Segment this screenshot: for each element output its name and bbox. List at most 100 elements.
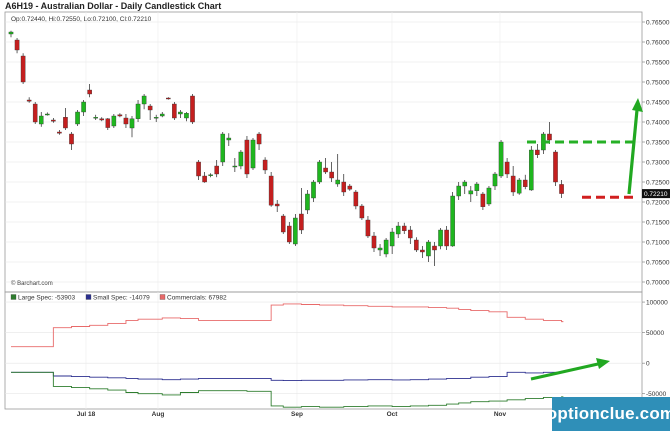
candle-body xyxy=(51,119,56,122)
candle-body xyxy=(190,95,195,123)
candle-body xyxy=(57,131,62,134)
candle-body xyxy=(232,165,238,168)
cot-legend: Large Spec: -53903 Small Spec: -14079 Comm… xyxy=(10,294,227,302)
candle-body xyxy=(45,113,50,116)
up-arrow-shaft xyxy=(627,109,639,195)
legend-label-small_spec: Small Spec: -14079 xyxy=(93,295,150,302)
price-tick-label: 0.72000 xyxy=(646,199,670,206)
cot-annotations xyxy=(530,358,610,381)
candle-body xyxy=(450,195,455,247)
candle-body xyxy=(293,217,298,245)
legend-label-commercials: Commercials: 67982 xyxy=(167,295,227,302)
x-tick-label: Jul 18 xyxy=(77,411,96,418)
cot-panel-frame xyxy=(4,291,643,410)
candle-body xyxy=(238,151,244,167)
candle-body xyxy=(178,111,183,115)
candle-body xyxy=(438,229,443,247)
chart-title: A6H19 - Australian Dollar - Daily Candle… xyxy=(5,1,221,11)
candle-body xyxy=(377,247,383,251)
price-tick-label: 0.75500 xyxy=(646,59,670,66)
candle-body xyxy=(504,161,510,175)
price-tick-label: 0.74000 xyxy=(646,119,670,126)
candle-body xyxy=(208,174,213,176)
candle-body xyxy=(395,225,401,235)
candle-body xyxy=(299,213,304,231)
candle-body xyxy=(87,89,92,95)
candle-body xyxy=(196,161,201,177)
price-tick-label: 0.70500 xyxy=(646,259,670,266)
candle-body xyxy=(117,114,123,117)
candle-body xyxy=(256,133,262,145)
candle-body xyxy=(529,149,534,191)
price-tick-label: 0.71000 xyxy=(646,239,670,246)
price-tick-label: 0.76000 xyxy=(646,39,670,46)
candle-body xyxy=(244,139,250,175)
cot-tick-label: 100000 xyxy=(646,299,668,306)
candle-body xyxy=(408,229,413,239)
candle-body xyxy=(347,185,353,190)
candle-body xyxy=(365,219,371,237)
x-tick-label: Aug xyxy=(152,411,165,418)
up-arrow-head xyxy=(632,98,643,112)
legend-swatch-commercials xyxy=(159,294,166,300)
candle-body xyxy=(414,239,419,251)
candle-body xyxy=(420,249,425,253)
candle-body xyxy=(220,133,226,163)
candle-body xyxy=(311,181,316,199)
price-tick-label: 0.75000 xyxy=(646,79,670,86)
candle-body xyxy=(141,95,147,105)
x-axis: Jul 18 Aug Sep Oct Nov xyxy=(77,411,507,418)
candle-body xyxy=(105,118,111,128)
candle-body xyxy=(172,103,177,119)
cot-axis: 100000500000-50000 xyxy=(642,299,668,398)
candle-body xyxy=(268,175,274,206)
cot-tick-label: 50000 xyxy=(646,330,664,337)
candle-body xyxy=(14,39,20,51)
cot-lines xyxy=(11,303,564,408)
candle-body xyxy=(389,231,395,247)
candle-body xyxy=(444,229,449,247)
candle-body xyxy=(305,193,310,211)
candle-body xyxy=(250,139,256,169)
candle-body xyxy=(81,101,86,113)
legend-swatch-large_spec xyxy=(10,294,17,300)
optionclue-watermark[interactable]: optionclue.com xyxy=(547,397,670,431)
candle-body xyxy=(8,31,14,35)
price-axis: 0.76500 0.76000 0.75500 0.75000 0.74500 0.740… xyxy=(642,19,670,286)
candle-body xyxy=(553,151,558,183)
candle-body xyxy=(135,103,141,119)
candle-body xyxy=(159,113,165,117)
candle-body xyxy=(123,117,129,125)
candle-body xyxy=(20,55,26,83)
last-price-label: 0.72210 xyxy=(644,191,668,198)
x-tick-label: Nov xyxy=(494,411,507,418)
candle-body xyxy=(474,183,480,191)
x-tick-label: Sep xyxy=(291,411,303,418)
candle-body xyxy=(32,103,38,123)
candle-body xyxy=(262,159,268,171)
price-panel-frame xyxy=(4,11,643,293)
x-tick-label: Oct xyxy=(387,411,399,418)
candle-body xyxy=(516,179,522,194)
candle-body xyxy=(341,181,347,193)
cot-arrow-shaft xyxy=(530,362,599,381)
candle-body xyxy=(93,117,98,119)
candle-body xyxy=(69,133,74,145)
candle-body xyxy=(75,111,80,125)
candle-body xyxy=(353,191,359,207)
candle-body xyxy=(492,173,498,187)
candle-body xyxy=(26,99,32,102)
candle-body xyxy=(147,105,153,111)
candle-body xyxy=(535,149,540,155)
price-tick-label: 0.72500 xyxy=(646,179,670,186)
cot-grid xyxy=(5,292,642,409)
candle-body xyxy=(280,215,286,233)
candle-body xyxy=(38,115,44,125)
candle-body xyxy=(426,241,431,257)
candle-body xyxy=(202,175,207,183)
price-tick-label: 0.74500 xyxy=(646,99,670,106)
candle-body xyxy=(359,205,365,219)
price-tick-label: 0.71500 xyxy=(646,219,670,226)
candle-body xyxy=(226,137,232,141)
candle-body xyxy=(468,190,474,195)
